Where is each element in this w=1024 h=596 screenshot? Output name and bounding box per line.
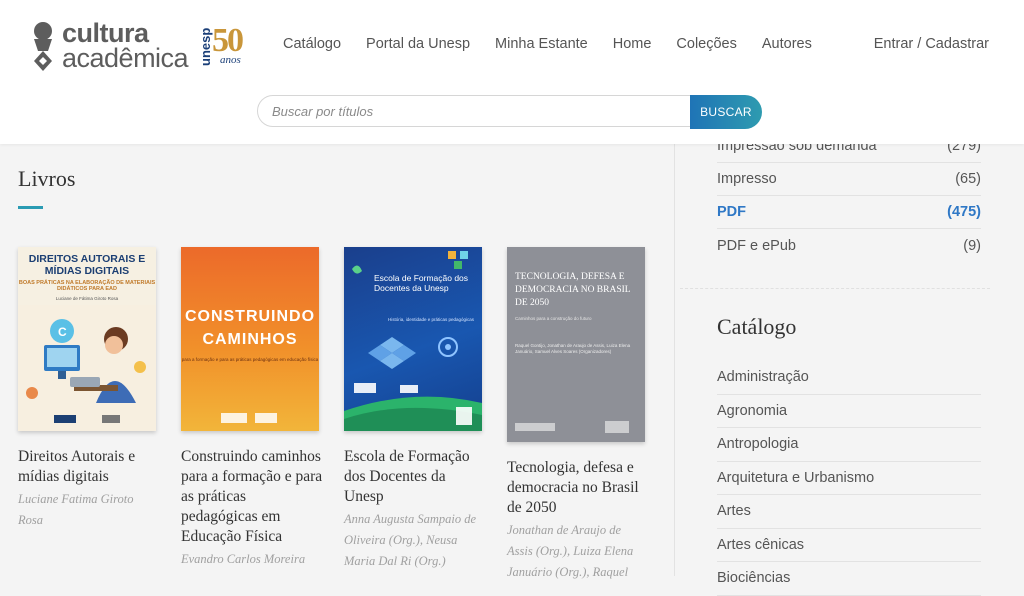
book-title[interactable]: Tecnologia, defesa e democracia no Brasi… <box>507 458 649 518</box>
main-nav: Catálogo Portal da Unesp Minha Estante H… <box>283 36 837 52</box>
cover-author: Raquel Gontijo, Jonathan de Araujo de As… <box>515 343 631 354</box>
book-cover[interactable]: TECNOLOGIA, DEFESA E DEMOCRACIA NO BRASI… <box>507 247 645 442</box>
nav-home[interactable]: Home <box>613 36 652 52</box>
book-author: Anna Augusta Sampaio de Oliveira (Org.),… <box>344 512 477 568</box>
book-title[interactable]: Construindo caminhos para a formação e p… <box>181 447 323 547</box>
format-label: PDF e ePub <box>717 237 796 254</box>
unesp-brand: unesp <box>198 27 213 66</box>
book-title[interactable]: Escola de Formação dos Docentes da Unesp <box>344 447 486 507</box>
format-filter-pdf[interactable]: PDF (475) <box>717 196 981 229</box>
catalog-item[interactable]: Artes <box>717 495 981 529</box>
format-label: PDF <box>717 204 746 220</box>
catalog-item[interactable]: Agronomia <box>717 395 981 428</box>
book-author: Evandro Carlos Moreira <box>181 552 306 566</box>
catalog-item[interactable]: Administração <box>717 361 981 395</box>
cover-illustration <box>344 251 482 431</box>
catalog-title: Catálogo <box>717 314 797 339</box>
catalog-item-label: Biociências <box>717 570 791 587</box>
catalog-item-label: Antropologia <box>717 436 799 453</box>
book-cover[interactable]: Escola de Formação dos Docentes da Unesp… <box>344 247 482 431</box>
book-author: Luciane Fatima Giroto Rosa <box>18 492 134 527</box>
search-input[interactable] <box>257 95 702 127</box>
section-underline <box>18 206 43 209</box>
cover-title: TECNOLOGIA, DEFESA E DEMOCRACIA NO BRASI… <box>515 272 631 308</box>
book-cover[interactable]: DIREITOS AUTORAIS E MÍDIAS DIGITAIS BOAS… <box>18 247 156 431</box>
site-header: cultura acadêmica unesp 50 anos Catálogo… <box>0 0 1024 144</box>
logo-lamp-icon <box>34 22 52 71</box>
catalog-item-label: Administração <box>717 369 809 386</box>
catalog-item[interactable]: Antropologia <box>717 428 981 462</box>
catalog-item-label: Artes cênicas <box>717 536 805 553</box>
catalog-item[interactable]: Arquitetura e Urbanismo <box>717 462 981 495</box>
book-title[interactable]: Direitos Autorais e mídias digitais <box>18 447 160 487</box>
format-label: Impresso <box>717 171 777 187</box>
cover-subtitle: para a formação e para as práticas pedag… <box>181 357 319 362</box>
nav-minha-estante[interactable]: Minha Estante <box>495 36 588 52</box>
svg-text:C: C <box>58 325 67 339</box>
sidebar-separator <box>680 288 990 289</box>
format-count: (9) <box>963 237 981 254</box>
unesp-50-badge: unesp 50 anos <box>198 20 262 68</box>
format-count: (65) <box>955 171 981 187</box>
search-button[interactable]: BUSCAR <box>690 95 762 129</box>
nav-autores[interactable]: Autores <box>762 36 812 52</box>
login-link[interactable]: Entrar / Cadastrar <box>874 36 989 52</box>
format-count: (475) <box>947 204 981 220</box>
cover-subtitle: BOAS PRÁTICAS NA ELABORAÇÃO DE MATERIAIS… <box>18 280 156 292</box>
catalog-item[interactable]: Biociências <box>717 562 981 596</box>
unesp-anos-label: anos <box>220 54 241 66</box>
site-logo[interactable]: cultura acadêmica <box>30 18 189 74</box>
cover-subtitle: Caminhos para a construção do futuro <box>515 316 592 321</box>
book-card[interactable]: CONSTRUINDO CAMINHOS para a formação e p… <box>181 247 323 570</box>
format-filter-pdf-epub[interactable]: PDF e ePub (9) <box>717 229 981 262</box>
catalog-item-label: Arquitetura e Urbanismo <box>717 469 875 486</box>
cover-title: DIREITOS AUTORAIS E MÍDIAS DIGITAIS <box>28 253 146 277</box>
section-title: Livros <box>18 166 76 191</box>
cover-illustration: C <box>18 305 156 431</box>
book-card[interactable]: Escola de Formação dos Docentes da Unesp… <box>344 247 486 572</box>
catalog-item-label: Agronomia <box>717 402 788 419</box>
nav-catalogo[interactable]: Catálogo <box>283 36 341 52</box>
catalog-item-label: Artes <box>717 503 751 520</box>
book-author: Jonathan de Araujo de Assis (Org.), Luiz… <box>507 523 634 579</box>
cover-logos <box>515 421 629 433</box>
nav-portal-unesp[interactable]: Portal da Unesp <box>366 36 470 52</box>
book-cover[interactable]: CONSTRUINDO CAMINHOS para a formação e p… <box>181 247 319 431</box>
cover-title: CONSTRUINDO CAMINHOS <box>184 308 316 348</box>
cover-logos <box>221 413 277 423</box>
search-bar: BUSCAR <box>257 95 762 129</box>
format-filter-impresso[interactable]: Impresso (65) <box>717 163 981 196</box>
catalog-item[interactable]: Artes cênicas <box>717 529 981 562</box>
sidebar-divider <box>674 144 675 576</box>
nav-colecoes[interactable]: Coleções <box>676 36 736 52</box>
book-card[interactable]: TECNOLOGIA, DEFESA E DEMOCRACIA NO BRASI… <box>507 247 649 583</box>
logo-line-2: acadêmica <box>62 43 189 73</box>
cover-author: Luciane de Fátima Giroto Rosa <box>55 296 119 301</box>
book-card[interactable]: DIREITOS AUTORAIS E MÍDIAS DIGITAIS BOAS… <box>18 247 160 531</box>
